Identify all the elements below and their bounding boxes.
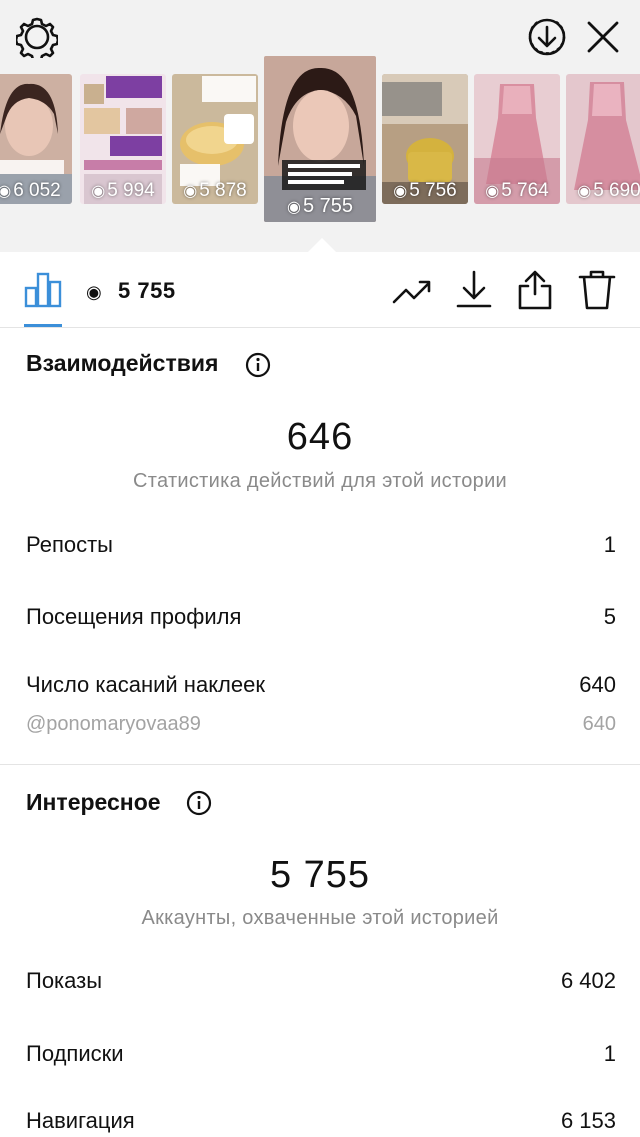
interactions-total: 646 — [286, 416, 354, 458]
story-views: ◉ 5 878 — [183, 180, 247, 201]
download-circle-icon[interactable] — [526, 16, 568, 58]
story-thumbnail[interactable]: ◉ 5 878 — [172, 74, 258, 204]
download-icon[interactable] — [454, 270, 494, 310]
story-views: ◉ 5 756 — [393, 180, 457, 201]
story-toolbar: ◉ 5 755 — [0, 252, 640, 328]
interactions-title: Взаимодействия — [26, 350, 219, 376]
story-thumbnail[interactable]: ◉ 5 994 — [80, 74, 166, 204]
views-count: 5 755 — [118, 278, 176, 303]
stat-label: @ponomaryovaa89 — [26, 713, 201, 735]
stat-row-reposts: Репосты 1 — [26, 532, 616, 558]
eye-icon: ◉ — [86, 282, 102, 302]
story-views: ◉ 5 994 — [91, 180, 155, 201]
gear-icon[interactable] — [16, 16, 58, 58]
discovery-subtitle: Аккаунты, охваченные этой историей — [141, 907, 499, 929]
stat-row-navigation: Навигация 6 153 — [26, 1108, 616, 1134]
stat-label: Подписки — [26, 1041, 124, 1066]
stat-label: Число касаний наклеек — [26, 672, 265, 697]
info-icon[interactable] — [245, 352, 271, 378]
stat-value: 1 — [603, 532, 616, 557]
story-strip-area: ◉ 6 052 ◉ 5 994 ◉ 5 878 ◉ 5 755 ◉ 5 756 … — [0, 0, 640, 252]
story-thumbnail[interactable]: ◉ 6 052 — [0, 74, 72, 204]
share-icon[interactable] — [515, 270, 555, 310]
active-tab-indicator — [24, 324, 62, 327]
selected-story-pointer — [308, 238, 336, 252]
section-divider — [0, 764, 640, 765]
stat-label: Навигация — [26, 1108, 135, 1133]
close-icon[interactable] — [584, 18, 622, 56]
bar-chart-icon[interactable] — [24, 270, 62, 308]
stat-value: 6 402 — [560, 968, 616, 993]
story-thumbnail[interactable]: ◉ 5 764 — [474, 74, 560, 204]
stat-value: 6 153 — [560, 1108, 616, 1133]
story-views: ◉ 5 764 — [485, 180, 549, 201]
stat-row-impressions: Показы 6 402 — [26, 968, 616, 994]
story-thumbnail[interactable]: ◉ 5 756 — [382, 74, 468, 204]
story-thumbnails: ◉ 6 052 ◉ 5 994 ◉ 5 878 ◉ 5 755 ◉ 5 756 … — [0, 56, 640, 224]
stat-value: 5 — [603, 604, 616, 629]
stat-value: 640 — [582, 713, 616, 735]
stat-row-sticker-mention[interactable]: @ponomaryovaa89 640 — [26, 713, 616, 736]
story-views: ◉ 5 755 — [286, 195, 354, 217]
story-thumbnail[interactable]: ◉ 5 690 — [566, 74, 640, 204]
stat-row-profile-visits: Посещения профиля 5 — [26, 604, 616, 630]
info-icon[interactable] — [186, 790, 212, 816]
trash-icon[interactable] — [577, 270, 617, 310]
stat-row-follows: Подписки 1 — [26, 1041, 616, 1067]
interactions-subtitle: Статистика действий для этой истории — [132, 470, 508, 492]
trend-icon[interactable] — [392, 270, 432, 310]
story-views: ◉ 5 690 — [577, 180, 640, 201]
story-thumbnail-selected[interactable]: ◉ 5 755 — [264, 56, 376, 222]
stat-label: Показы — [26, 968, 103, 993]
discovery-title: Интересное — [26, 789, 161, 815]
discovery-total: 5 755 — [269, 854, 371, 896]
stat-row-sticker-taps: Число касаний наклеек 640 — [26, 672, 616, 698]
stat-label: Репосты — [26, 532, 113, 557]
stat-value: 640 — [579, 672, 616, 697]
story-views: ◉ 6 052 — [0, 180, 61, 201]
stat-value: 1 — [603, 1041, 616, 1066]
stat-label: Посещения профиля — [26, 604, 242, 629]
